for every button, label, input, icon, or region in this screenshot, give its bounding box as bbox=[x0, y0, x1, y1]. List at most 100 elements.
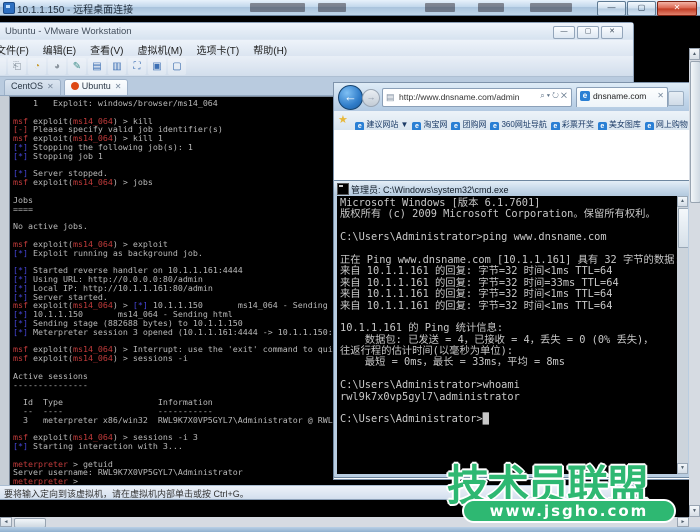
rdp-icon bbox=[3, 2, 15, 14]
fav-label: 360网址导航 bbox=[501, 120, 546, 129]
refresh-icon[interactable]: ↻ bbox=[552, 91, 561, 100]
vmware-menu-item[interactable]: 虚拟机(M) bbox=[130, 40, 189, 56]
console-view-icon[interactable]: ▢ bbox=[168, 58, 186, 75]
vmware-menu-item[interactable]: 查看(V) bbox=[83, 40, 130, 56]
send-ctrl-alt-del-icon[interactable]: ⎗ bbox=[8, 58, 26, 75]
cmd-line: rwl9k7x0vp5gyl7\administrator bbox=[340, 392, 676, 403]
fav-label: 团购网 bbox=[462, 120, 486, 129]
take-snapshot-icon[interactable]: ◔ bbox=[28, 58, 46, 75]
vmware-menu-item[interactable]: 帮助(H) bbox=[246, 40, 294, 56]
scroll-up-icon[interactable]: ▲ bbox=[677, 196, 688, 207]
vmware-maximize-button[interactable]: ▢ bbox=[577, 26, 599, 39]
vmware-menu-item[interactable]: 文件(F) bbox=[0, 40, 36, 56]
cmd-window: 管理员: C:\Windows\system32\cmd.exe Microso… bbox=[333, 180, 692, 478]
show-library-icon[interactable]: ▤ bbox=[88, 58, 106, 75]
tab-label: CentOS bbox=[11, 81, 43, 91]
rdp-title: 10.1.1.150 - 远程桌面连接 bbox=[17, 1, 133, 16]
unity-icon[interactable]: ▣ bbox=[148, 58, 166, 75]
cmd-line: 来自 10.1.1.161 的回复: 字节=32 时间<1ms TTL=64 bbox=[340, 301, 676, 312]
fav-label: 彩票开奖 bbox=[562, 120, 594, 129]
favorites-item[interactable]: e彩票开奖 bbox=[551, 114, 594, 131]
scrollbar-corner bbox=[689, 517, 700, 527]
rdp-minimize-button[interactable]: — bbox=[597, 1, 626, 16]
favorites-item[interactable]: e淘宝网 bbox=[412, 114, 447, 131]
vmware-close-button[interactable]: ✕ bbox=[601, 26, 623, 39]
search-dropdown-icon[interactable]: ⌕▾ bbox=[540, 91, 552, 100]
rdp-horizontal-scrollbar[interactable]: ◄ ► bbox=[0, 517, 689, 527]
vmware-title: Ubuntu - VMware Workstation bbox=[5, 26, 132, 37]
scroll-down-icon[interactable]: ▼ bbox=[689, 505, 700, 517]
scroll-up-icon[interactable]: ▲ bbox=[689, 48, 700, 60]
rdp-titlebar: 10.1.1.150 - 远程桌面连接 bbox=[0, 0, 700, 16]
titlebar-glass-artifact bbox=[478, 3, 504, 12]
rdp-vertical-scrollbar[interactable]: ▲ ▼ bbox=[689, 48, 700, 517]
power-dropdown-icon[interactable]: ▾ bbox=[0, 58, 6, 75]
cmd-icon bbox=[337, 183, 349, 195]
favorites-star-icon[interactable]: ★ bbox=[338, 113, 348, 126]
url-text[interactable]: http://www.dnsname.com/admin bbox=[399, 92, 519, 102]
cmd-line: C:\Users\Administrator>█ bbox=[340, 414, 676, 425]
vmware-minimize-button[interactable]: — bbox=[553, 26, 575, 39]
fav-label: 淘宝网 bbox=[423, 120, 447, 129]
vmware-toolbar: ▾⎗◔◕✎▤▥⛶▣▢ bbox=[0, 56, 633, 77]
vmware-status-message: 要将输入定向到该虚拟机，请在虚拟机内部单击或按 Ctrl+G。 bbox=[4, 487, 249, 500]
titlebar-glass-artifact bbox=[425, 3, 455, 12]
cmd-scrollbar[interactable]: ▲ ▼ bbox=[677, 196, 688, 474]
vm-tab-centos[interactable]: CentOS ✕ bbox=[4, 79, 61, 95]
cmd-line: 最短 = 0ms，最长 = 33ms，平均 = 8ms bbox=[340, 357, 676, 368]
show-thumbnail-bar-icon[interactable]: ▥ bbox=[108, 58, 126, 75]
tab-close-icon[interactable]: ✕ bbox=[115, 82, 122, 91]
favorites-item[interactable]: e建议网站 ▼ bbox=[355, 114, 408, 131]
tab-close-icon[interactable]: ✕ bbox=[657, 91, 664, 100]
cmd-console[interactable]: Microsoft Windows [版本 6.1.7601]版权所有 (c) … bbox=[337, 196, 688, 474]
vmware-menu-item[interactable]: 选项卡(T) bbox=[189, 40, 246, 56]
vmware-statusbar: 要将输入定向到该虚拟机，请在虚拟机内部单击或按 Ctrl+G。 bbox=[0, 485, 633, 499]
new-tab-button[interactable] bbox=[668, 91, 684, 106]
scroll-down-icon[interactable]: ▼ bbox=[677, 463, 688, 474]
rdp-session-screen: 10.1.1.150 - 远程桌面连接 — ▢ ✕ Ubuntu - VMwar… bbox=[0, 0, 700, 532]
favorites-item[interactable]: e网上购物 bbox=[645, 114, 688, 131]
ie-icon: e bbox=[580, 91, 590, 101]
address-bar[interactable]: ▤ http://www.dnsname.com/admin ⌕▾↻✕ bbox=[382, 88, 572, 107]
cmd-line: C:\Users\Administrator>whoami bbox=[340, 380, 676, 391]
favorites-item[interactable]: e美女图库 bbox=[598, 114, 641, 131]
favorites-item[interactable]: e360网址导航 bbox=[490, 114, 546, 131]
vmware-menu-item[interactable]: 编辑(E) bbox=[36, 40, 83, 56]
fav-label: 网上购物 bbox=[656, 120, 688, 129]
cmd-line: 来自 10.1.1.161 的回复: 字节=32 时间<1ms TTL=64 bbox=[340, 289, 676, 300]
titlebar-glass-artifact bbox=[318, 3, 346, 12]
vmware-titlebar: Ubuntu - VMware Workstation — ▢ ✕ bbox=[0, 23, 633, 39]
scroll-left-icon[interactable]: ◄ bbox=[0, 517, 12, 527]
manage-snapshots-icon[interactable]: ✎ bbox=[68, 58, 86, 75]
browser-tab[interactable]: e dnsname.com ✕ bbox=[576, 87, 668, 107]
tab-title: dnsname.com bbox=[593, 91, 646, 101]
tab-label: Ubuntu bbox=[82, 81, 111, 91]
scroll-right-icon[interactable]: ► bbox=[677, 517, 689, 527]
rdp-window-bottom-border bbox=[0, 527, 700, 532]
ubuntu-icon bbox=[71, 82, 79, 90]
titlebar-glass-artifact bbox=[530, 3, 572, 12]
cmd-line: C:\Users\Administrator>ping www.dnsname.… bbox=[340, 232, 676, 243]
address-bar-buttons[interactable]: ⌕▾↻✕ bbox=[540, 91, 569, 101]
stop-icon[interactable]: ✕ bbox=[561, 91, 569, 100]
vmware-menubar: 文件(F)编辑(E)查看(V)虚拟机(M)选项卡(T)帮助(H) bbox=[0, 40, 633, 56]
rdp-close-button[interactable]: ✕ bbox=[657, 1, 697, 16]
tab-close-icon[interactable]: ✕ bbox=[47, 82, 54, 91]
revert-snapshot-icon[interactable]: ◕ bbox=[48, 58, 66, 75]
fullscreen-icon[interactable]: ⛶ bbox=[128, 58, 146, 75]
cmd-scroll-thumb[interactable] bbox=[678, 208, 688, 248]
favorites-item[interactable]: e团购网 bbox=[451, 114, 486, 131]
rdp-maximize-button[interactable]: ▢ bbox=[627, 1, 656, 16]
page-icon: ▤ bbox=[386, 92, 395, 103]
fav-label: 美女图库 bbox=[609, 120, 641, 129]
back-button[interactable]: ← bbox=[338, 85, 363, 110]
cmd-title: 管理员: C:\Windows\system32\cmd.exe bbox=[351, 183, 509, 196]
cmd-titlebar: 管理员: C:\Windows\system32\cmd.exe bbox=[334, 181, 691, 196]
vm-tab-ubuntu[interactable]: Ubuntu ✕ bbox=[64, 79, 129, 95]
fav-label: 建议网站 ▼ bbox=[366, 120, 408, 129]
ie-navbar: ← → ▤ http://www.dnsname.com/admin ⌕▾↻✕ … bbox=[334, 83, 690, 111]
forward-button[interactable]: → bbox=[362, 89, 380, 107]
favorites-bar: ★ e建议网站 ▼e淘宝网e团购网e360网址导航 e彩票开奖e美女图库e网上购物 bbox=[334, 111, 690, 131]
vm-console-padding bbox=[0, 96, 9, 485]
rdp-vscroll-thumb[interactable] bbox=[690, 61, 700, 203]
